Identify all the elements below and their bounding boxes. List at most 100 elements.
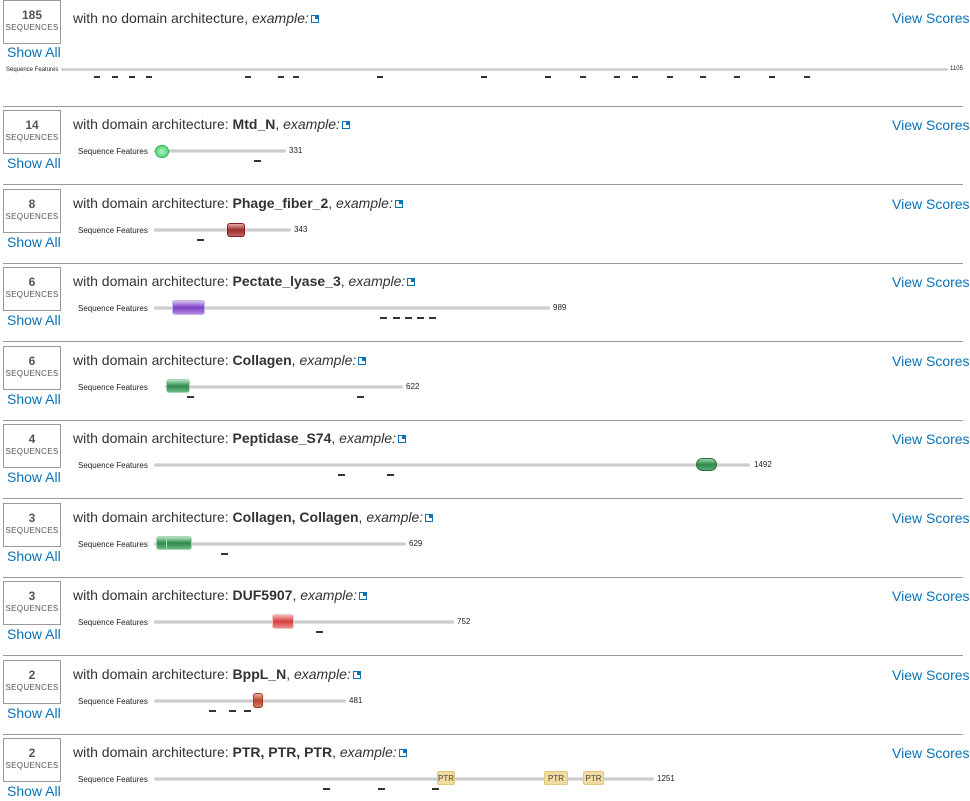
row-separator: [3, 341, 963, 342]
show-all-link[interactable]: Show All: [7, 705, 61, 721]
architecture-row: 6 SEQUENCES Show All with domain archite…: [0, 267, 970, 342]
sequence-count-box: 6 SEQUENCES: [3, 346, 61, 390]
view-scores-link[interactable]: View Scores: [892, 588, 970, 604]
mtd-n-domain[interactable]: [155, 145, 169, 158]
sequence-length: 1492: [754, 460, 772, 469]
pectate-lyase-3-domain[interactable]: [172, 300, 205, 315]
feature-mark: [380, 317, 387, 319]
architecture-description: with domain architecture: DUF5907, examp…: [73, 587, 368, 603]
view-scores-link[interactable]: View Scores: [892, 353, 970, 369]
architecture-prefix: with domain architecture:: [73, 352, 233, 368]
feature-mark: [804, 76, 810, 78]
example-label: example:: [339, 430, 396, 446]
architecture-row: 185 SEQUENCES Show All with no domain ar…: [0, 0, 970, 106]
external-link-icon[interactable]: [310, 15, 319, 23]
ptr-domain[interactable]: PTR: [437, 771, 455, 785]
feature-mark: [245, 76, 251, 78]
external-link-icon[interactable]: [358, 357, 367, 365]
collagen-domain[interactable]: [166, 536, 192, 550]
feature-mark: [393, 317, 400, 319]
show-all-link[interactable]: Show All: [7, 234, 61, 250]
collagen-domain[interactable]: [166, 379, 190, 393]
external-link-icon[interactable]: [397, 435, 406, 443]
ptr-domain[interactable]: PTR: [544, 771, 568, 785]
external-link-icon[interactable]: [425, 514, 434, 522]
architecture-prefix: with domain architecture:: [73, 273, 233, 289]
sequence-bar: [165, 385, 403, 389]
domain-name: Pectate_lyase_3: [232, 273, 341, 289]
show-all-link[interactable]: Show All: [7, 391, 61, 407]
feature-mark: [377, 76, 383, 78]
architecture-prefix: with domain architecture:: [73, 430, 233, 446]
show-all-link[interactable]: Show All: [7, 626, 61, 642]
view-scores-link[interactable]: View Scores: [892, 510, 970, 526]
feature-mark: [316, 631, 323, 633]
sequence-count: 8: [28, 197, 36, 211]
sequence-count-box: 6 SEQUENCES: [3, 267, 61, 311]
feature-mark: [112, 76, 118, 78]
sequence-features-label: Sequence Features: [78, 226, 148, 235]
external-link-icon[interactable]: [407, 278, 416, 286]
feature-mark: [229, 710, 236, 712]
external-link-icon[interactable]: [359, 592, 368, 600]
architecture-description: with domain architecture: Phage_fiber_2,…: [73, 195, 403, 211]
view-scores-link[interactable]: View Scores: [892, 117, 970, 133]
view-scores-link[interactable]: View Scores: [892, 431, 970, 447]
feature-mark: [429, 317, 436, 319]
show-all-link[interactable]: Show All: [7, 312, 61, 328]
architecture-prefix: with no domain architecture: [73, 10, 245, 26]
sequence-features-label: Sequence Features: [78, 775, 148, 784]
show-all-link[interactable]: Show All: [7, 548, 61, 564]
example-label: example:: [366, 509, 424, 525]
bppl-n-domain[interactable]: [253, 693, 263, 708]
external-link-icon[interactable]: [398, 749, 407, 757]
example-label: example:: [300, 587, 358, 603]
architecture-description: with domain architecture: Collagen, Coll…: [73, 509, 434, 525]
architecture-prefix: with domain architecture:: [73, 744, 233, 760]
feature-mark: [278, 76, 284, 78]
view-scores-link[interactable]: View Scores: [892, 10, 970, 26]
domain-name: BppL_N: [232, 666, 287, 682]
architecture-row: 14 SEQUENCES Show All with domain archit…: [0, 110, 970, 185]
sequence-features-label: Sequence Features: [78, 147, 148, 156]
show-all-link[interactable]: Show All: [7, 155, 61, 171]
example-label: example:: [336, 195, 393, 211]
view-scores-link[interactable]: View Scores: [892, 274, 970, 290]
ptr-domain[interactable]: PTR: [583, 771, 604, 785]
feature-mark: [357, 396, 364, 398]
sequence-bar: [154, 463, 750, 467]
feature-mark: [197, 239, 204, 241]
show-all-link[interactable]: Show All: [7, 469, 61, 485]
sequences-label: SEQUENCES: [5, 761, 59, 770]
row-separator: [3, 655, 963, 656]
example-label: example:: [339, 744, 397, 760]
show-all-link[interactable]: Show All: [7, 783, 61, 799]
view-scores-link[interactable]: View Scores: [892, 196, 970, 212]
example-label: example:: [251, 10, 309, 26]
external-link-icon[interactable]: [352, 671, 361, 679]
duf5907-domain[interactable]: [272, 614, 294, 629]
view-scores-link[interactable]: View Scores: [892, 667, 970, 683]
sequence-length: 622: [406, 382, 420, 391]
external-link-icon[interactable]: [394, 200, 403, 208]
sequence-length: 1251: [657, 774, 675, 783]
external-link-icon[interactable]: [341, 121, 350, 129]
row-separator: [3, 106, 963, 107]
peptidase-s74-domain[interactable]: [696, 458, 717, 471]
feature-mark: [632, 76, 638, 78]
sequence-features-label: Sequence Features: [78, 461, 148, 470]
feature-mark: [293, 76, 299, 78]
architecture-description: with domain architecture: Pectate_lyase_…: [73, 273, 416, 289]
feature-mark: [405, 317, 412, 319]
view-scores-link[interactable]: View Scores: [892, 745, 970, 761]
feature-mark: [667, 76, 673, 78]
sequence-count: 6: [28, 354, 36, 368]
sequence-count: 3: [28, 589, 36, 603]
phage-fiber-2-domain[interactable]: [227, 223, 245, 237]
row-separator: [3, 263, 963, 264]
sequence-count-box: 8 SEQUENCES: [3, 189, 61, 233]
feature-mark: [244, 710, 251, 712]
feature-mark: [323, 788, 330, 790]
show-all-link[interactable]: Show All: [7, 44, 61, 60]
domain-name: Peptidase_S74: [232, 430, 332, 446]
